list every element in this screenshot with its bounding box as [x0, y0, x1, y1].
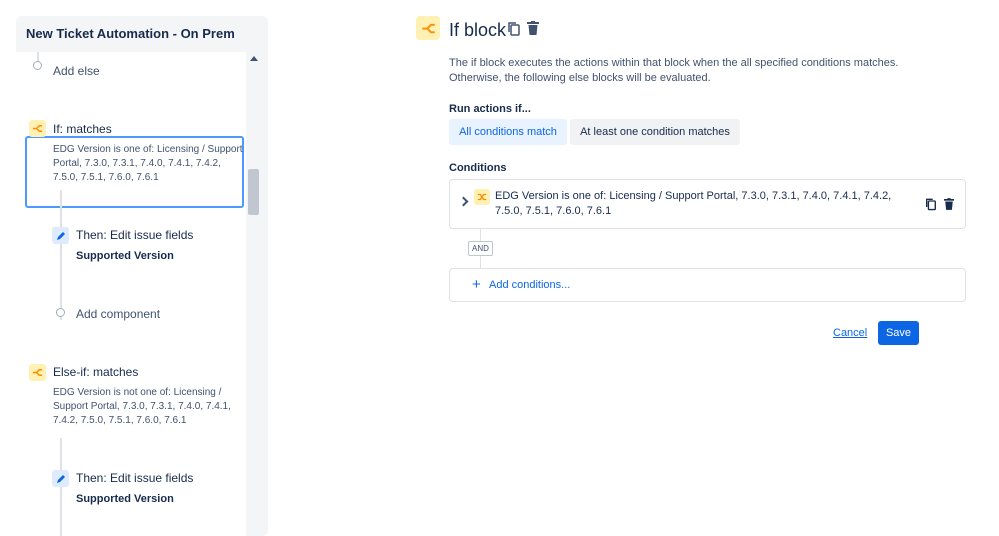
- detail-title: If block: [449, 20, 507, 40]
- scroll-thumb[interactable]: [248, 169, 259, 215]
- condition-copy-icon[interactable]: [925, 197, 939, 211]
- condition-text: EDG Version is one of: Licensing / Suppo…: [495, 190, 892, 217]
- rule-title: New Ticket Automation - On Prem: [26, 26, 235, 41]
- run-actions-label: Run actions if...: [449, 103, 531, 115]
- condition-trash-icon[interactable]: [944, 197, 956, 211]
- edit-icon: [52, 227, 69, 244]
- option-any-condition[interactable]: At least one condition matches: [570, 119, 740, 145]
- add-else-link[interactable]: Add else: [53, 64, 100, 78]
- chevron-right-icon[interactable]: [458, 196, 469, 207]
- condition-card[interactable]: EDG Version is one of: Licensing / Suppo…: [449, 179, 966, 229]
- edit-icon: [52, 470, 69, 487]
- plus-icon: +: [472, 276, 481, 293]
- rule-list[interactable]: Add else If: matches EDG Version is one …: [16, 52, 246, 536]
- if-block-header-icon: [416, 16, 440, 40]
- save-button[interactable]: Save: [878, 321, 919, 345]
- add-conditions-card[interactable]: + Add conditions...: [449, 268, 966, 302]
- then-edit-sub: Supported Version: [76, 250, 174, 262]
- add-component-link[interactable]: Add component: [76, 307, 160, 321]
- connector-line: [60, 438, 62, 536]
- scrollbar[interactable]: [246, 52, 263, 536]
- copy-icon[interactable]: [507, 21, 521, 36]
- else-if-title[interactable]: Else-if: matches: [53, 365, 138, 379]
- trash-icon[interactable]: [527, 21, 539, 35]
- add-else-dot: [33, 61, 42, 70]
- conditions-label: Conditions: [449, 162, 507, 174]
- add-conditions-link[interactable]: Add conditions...: [489, 279, 570, 291]
- and-badge: AND: [468, 241, 493, 256]
- condition-icon: [474, 189, 490, 205]
- add-component-dot: [56, 308, 65, 317]
- if-block-title[interactable]: If: matches: [53, 122, 112, 136]
- rule-panel: New Ticket Automation - On Prem Add else…: [16, 16, 268, 536]
- then-edit-title[interactable]: Then: Edit issue fields: [76, 228, 193, 242]
- detail-description: The if block executes the actions within…: [449, 57, 899, 84]
- scroll-up-arrow-icon[interactable]: [250, 56, 258, 61]
- else-if-desc: EDG Version is not one of: Licensing / S…: [53, 387, 231, 426]
- option-all-conditions[interactable]: All conditions match: [449, 119, 567, 145]
- else-then-edit-title[interactable]: Then: Edit issue fields: [76, 471, 193, 485]
- if-block-desc: EDG Version is one of: Licensing / Suppo…: [53, 144, 243, 183]
- branch-icon: [29, 364, 46, 381]
- cancel-button[interactable]: Cancel: [833, 327, 867, 339]
- connector-line: [60, 190, 62, 320]
- branch-icon: [29, 120, 46, 137]
- else-then-edit-sub: Supported Version: [76, 493, 174, 505]
